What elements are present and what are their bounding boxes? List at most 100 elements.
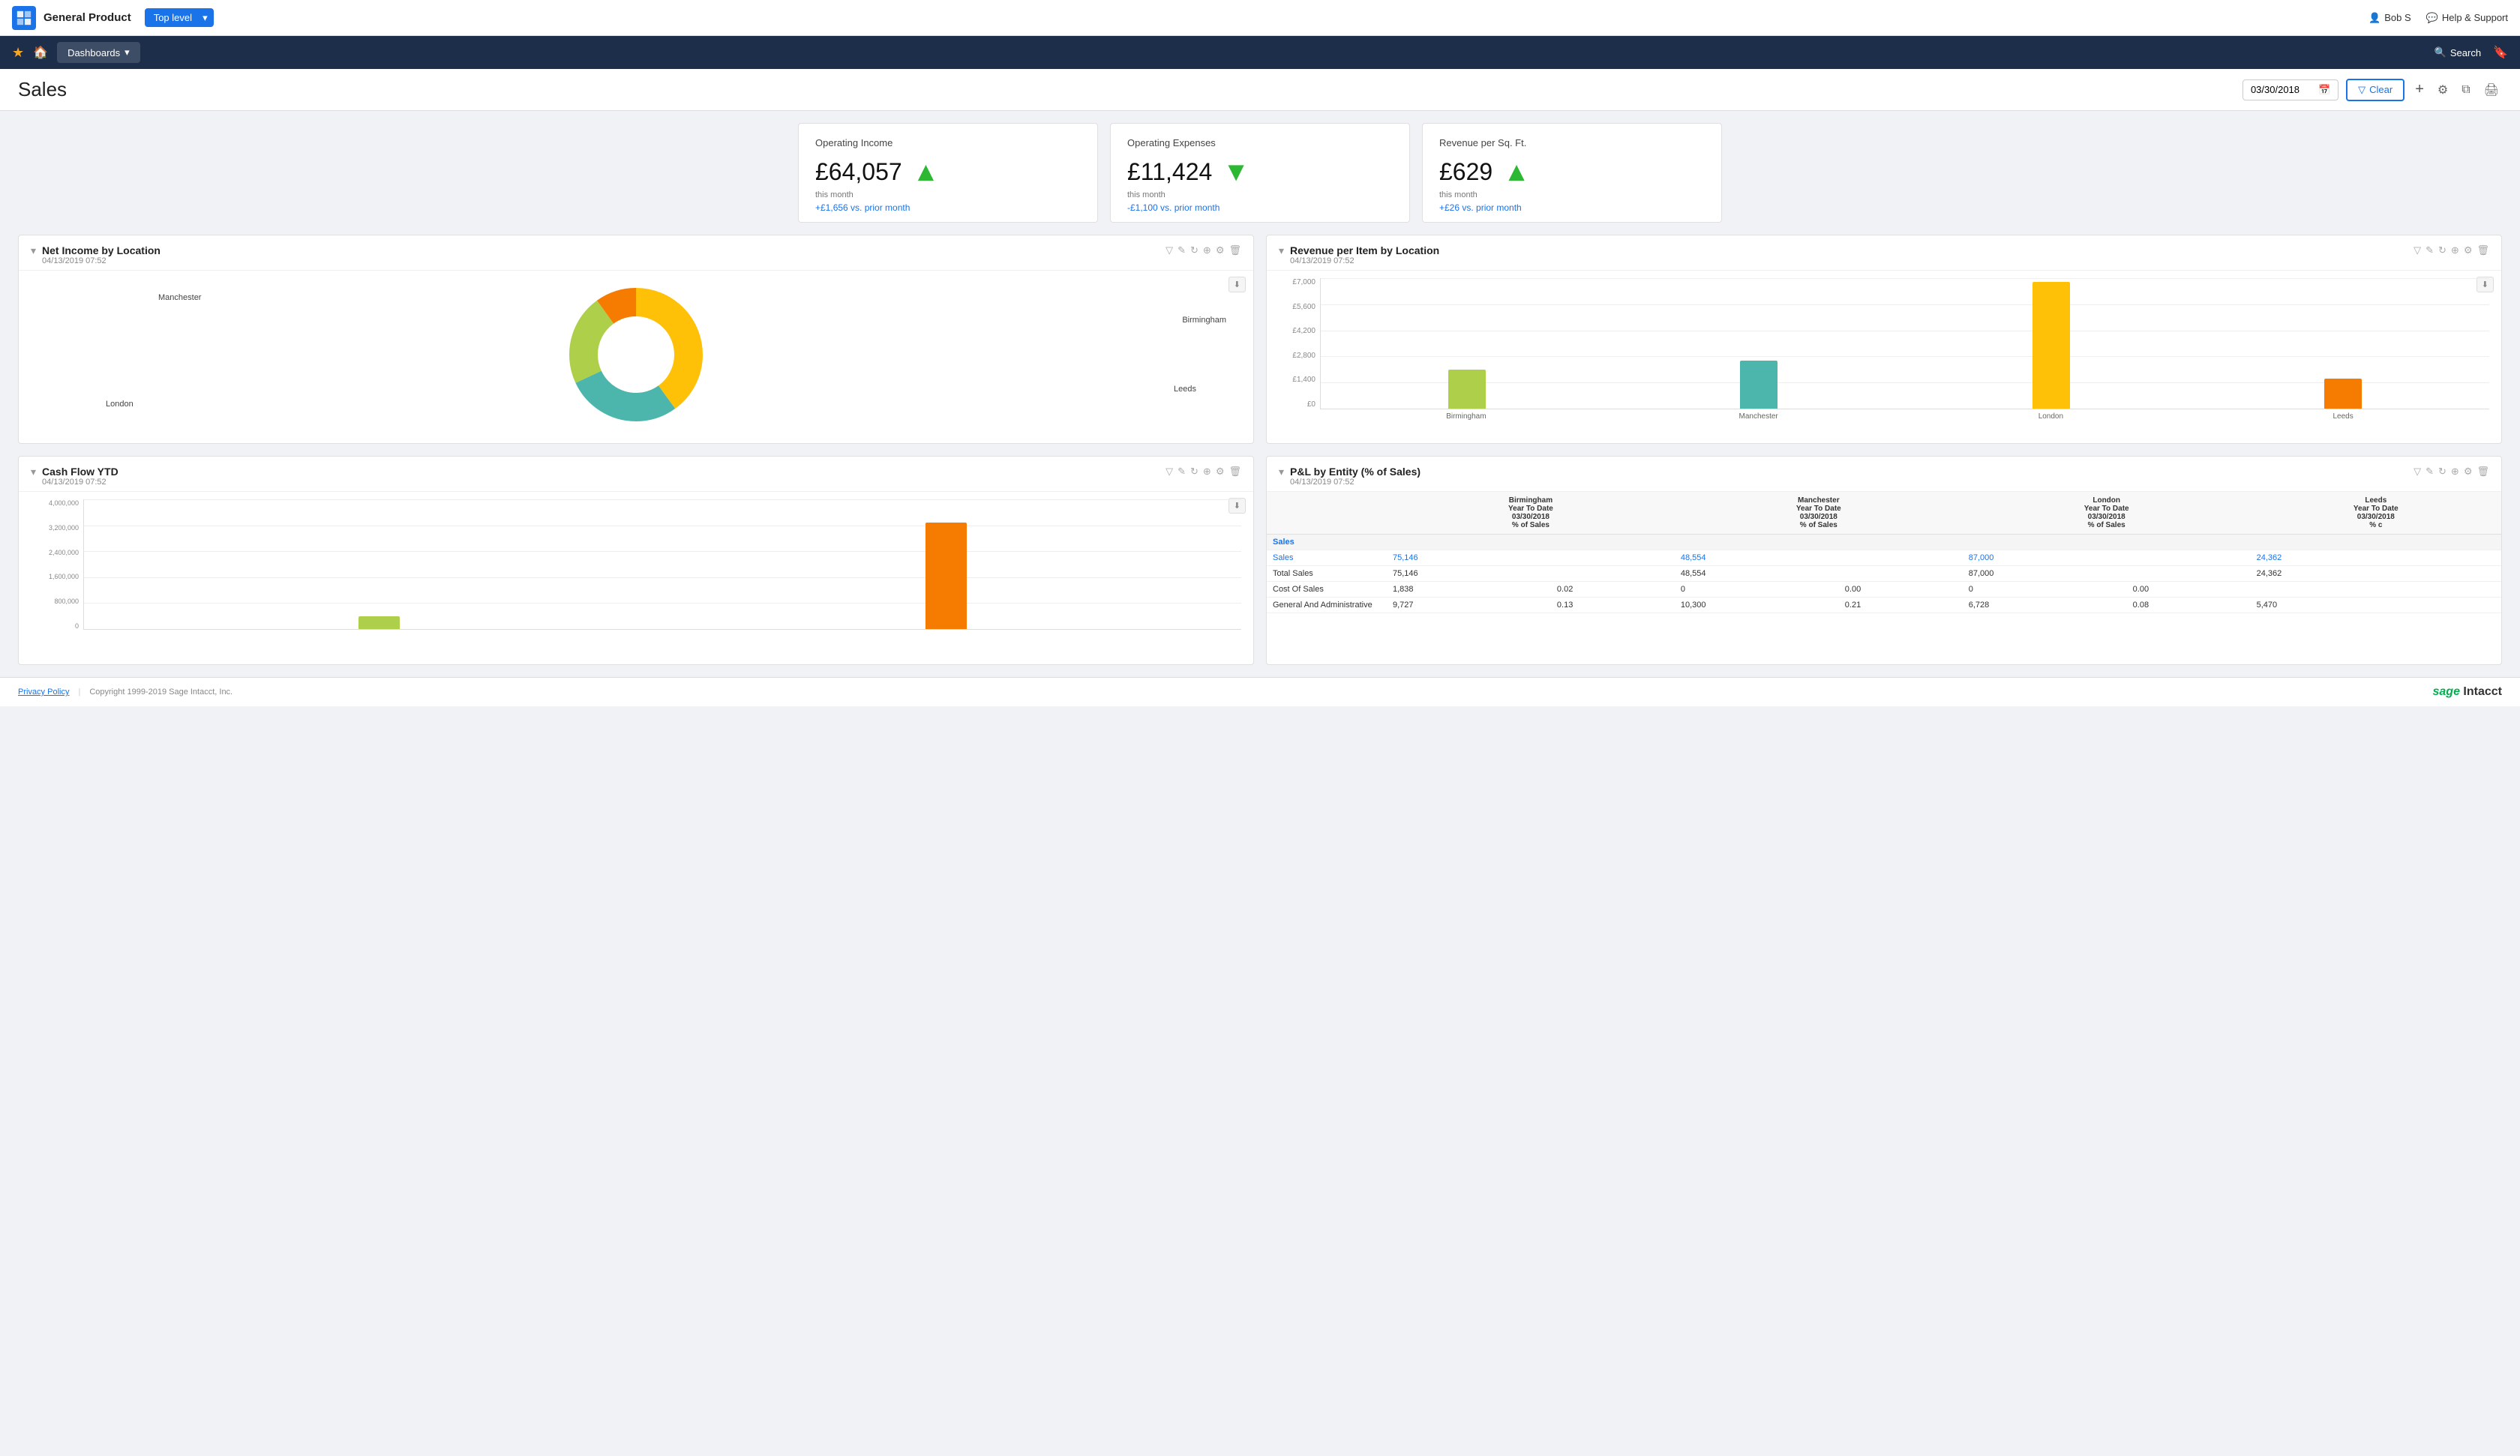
filter-tool-icon-4[interactable]: ▽ [2414,466,2421,478]
clear-button[interactable]: ▽ Clear [2346,79,2404,101]
cf-bar-group-2 [674,499,1220,629]
filter-tool-icon-2[interactable]: ▽ [2414,244,2421,256]
date-input[interactable] [2251,84,2318,95]
filter-tool-icon-3[interactable]: ▽ [1166,466,1173,478]
refresh-tool-icon-3[interactable]: ↻ [1190,466,1198,478]
lon-total-pct [2127,566,2251,582]
leeds-sales[interactable]: 24,362 [2251,550,2440,566]
expand-icon-2[interactable]: ▾ [1279,244,1284,257]
expand-icon-3[interactable]: ▾ [31,466,36,478]
total-sales-label: Total Sales [1267,566,1387,582]
bar-label-leeds: Leeds [2204,412,2482,421]
dashboards-nav[interactable]: Dashboards ▾ [57,42,140,63]
cashflow-title-area: Cash Flow YTD 04/13/2019 07:52 [42,466,1166,487]
pl-title-area: P&L by Entity (% of Sales) 04/13/2019 07… [1290,466,2414,487]
date-filter[interactable]: 📅 [2242,79,2338,100]
man-ga: 10,300 [1675,598,1839,613]
kpi-operating-income-period: this month [815,190,1081,199]
pl-data-table: Birmingham Year To Date 03/30/2018 % of … [1267,492,2501,613]
search-label: Search [2450,47,2481,58]
edit-tool-icon[interactable]: ✎ [1178,244,1186,256]
kpi-revenue-sqft: Revenue per Sq. Ft. £629 ▲ this month +£… [1422,123,1722,223]
home-icon[interactable]: 🏠 [33,45,48,60]
copy-button[interactable]: ⧉ [2458,80,2473,100]
net-income-tools: ▽ ✎ ↻ ⊕ ⚙ 🗑 [1166,244,1241,256]
refresh-tool-icon-4[interactable]: ↻ [2438,466,2446,478]
net-income-title-area: Net Income by Location 04/13/2019 07:52 [42,244,1166,265]
settings-tool-icon[interactable]: ⚙ [1216,244,1225,256]
london-label: London [106,400,134,409]
help-label: Help & Support [2442,12,2508,23]
add-button[interactable]: + [2412,78,2427,101]
bar-label-london: London [1912,412,2190,421]
revenue-item-title: Revenue per Item by Location [1290,244,2414,256]
bham-total: 75,146 [1387,566,1551,582]
nav-search[interactable]: 🔍 Search [2434,46,2481,58]
zoom-tool-icon-4[interactable]: ⊕ [2451,466,2459,478]
leeds-label: Leeds [1174,385,1196,394]
settings-tool-icon-4[interactable]: ⚙ [2464,466,2473,478]
th-empty [1267,492,1387,535]
bar-label-manchester: Manchester [1620,412,1898,421]
level-select-wrap[interactable]: Top level [145,8,214,27]
sales-section-label[interactable]: Sales [1267,535,1387,550]
revenue-item-title-area: Revenue per Item by Location 04/13/2019 … [1290,244,2414,265]
cf-bar-group-1 [106,499,652,629]
expand-icon-4[interactable]: ▾ [1279,466,1284,478]
bar-labels-row: Birmingham Manchester London Leeds [1320,409,2489,424]
settings-button[interactable]: ⚙ [2434,79,2451,100]
cashflow-header: ▾ Cash Flow YTD 04/13/2019 07:52 ▽ ✎ ↻ ⊕… [19,457,1253,492]
expand-icon[interactable]: ▾ [31,244,36,257]
refresh-tool-icon[interactable]: ↻ [1190,244,1198,256]
nav-bar: ★ 🏠 Dashboards ▾ 🔍 Search 🔖 [0,36,2520,69]
kpi-operating-income: Operating Income £64,057 ▲ this month +£… [798,123,1098,223]
cf-y-4: 3,200,000 [31,524,79,532]
bham-sales[interactable]: 75,146 [1387,550,1551,566]
user-info[interactable]: 👤 Bob S [2368,12,2411,24]
sales-link[interactable]: Sales [1267,550,1387,566]
zoom-tool-icon-2[interactable]: ⊕ [2451,244,2459,256]
kpi-operating-expenses-period: this month [1127,190,1393,199]
leeds-sales-pct [2440,550,2501,566]
edit-tool-icon-4[interactable]: ✎ [2426,466,2434,478]
cashflow-chart-inner: 0 800,000 1,600,000 2,400,000 3,200,000 … [31,499,1241,645]
revenue-item-body: ⬇ £0 £1,400 £2,800 £4,200 £5,600 £7,000 [1267,271,2501,443]
user-name: Bob S [2384,12,2410,23]
privacy-link[interactable]: Privacy Policy [18,688,69,697]
man-total: 48,554 [1675,566,1839,582]
favorites-star-icon[interactable]: ★ [12,45,24,61]
man-sales[interactable]: 48,554 [1675,550,1839,566]
leeds-ga: 5,470 [2251,598,2440,613]
edit-tool-icon-3[interactable]: ✎ [1178,466,1186,478]
bar-rect-london [2032,282,2070,409]
kpi-row: Operating Income £64,057 ▲ this month +£… [18,123,2502,223]
page-header-right: 📅 ▽ Clear + ⚙ ⧉ 🖨 [2242,78,2502,101]
delete-tool-icon-3[interactable]: 🗑 [1228,466,1241,478]
help-support[interactable]: 💬 Help & Support [2426,12,2508,24]
level-dropdown[interactable]: Top level [145,8,214,27]
delete-tool-icon[interactable]: 🗑 [1228,244,1241,256]
bookmark-icon[interactable]: 🔖 [2493,45,2508,60]
refresh-tool-icon-2[interactable]: ↻ [2438,244,2446,256]
settings-tool-icon-3[interactable]: ⚙ [1216,466,1225,478]
delete-tool-icon-4[interactable]: 🗑 [2476,466,2489,478]
zoom-tool-icon-3[interactable]: ⊕ [1203,466,1211,478]
zoom-tool-icon[interactable]: ⊕ [1203,244,1211,256]
bar-manchester [1621,278,1898,409]
calendar-icon[interactable]: 📅 [2318,84,2330,96]
chat-icon: 💬 [2426,12,2438,24]
app-logo [12,6,36,30]
net-income-card: ▾ Net Income by Location 04/13/2019 07:5… [18,235,1254,444]
page-title: Sales [18,78,67,101]
th-manchester: Manchester Year To Date 03/30/2018 % of … [1675,492,1963,535]
settings-tool-icon-2[interactable]: ⚙ [2464,244,2473,256]
bar-london [1912,278,2190,409]
filter-tool-icon[interactable]: ▽ [1166,244,1173,256]
leeds-total: 24,362 [2251,566,2440,582]
delete-tool-icon-2[interactable]: 🗑 [2476,244,2489,256]
kpi-operating-expenses: Operating Expenses £11,424 ▼ this month … [1110,123,1410,223]
print-button[interactable]: 🖨 [2481,79,2502,100]
bar-rect-leeds [2324,379,2362,409]
lon-sales[interactable]: 87,000 [1963,550,2127,566]
edit-tool-icon-2[interactable]: ✎ [2426,244,2434,256]
